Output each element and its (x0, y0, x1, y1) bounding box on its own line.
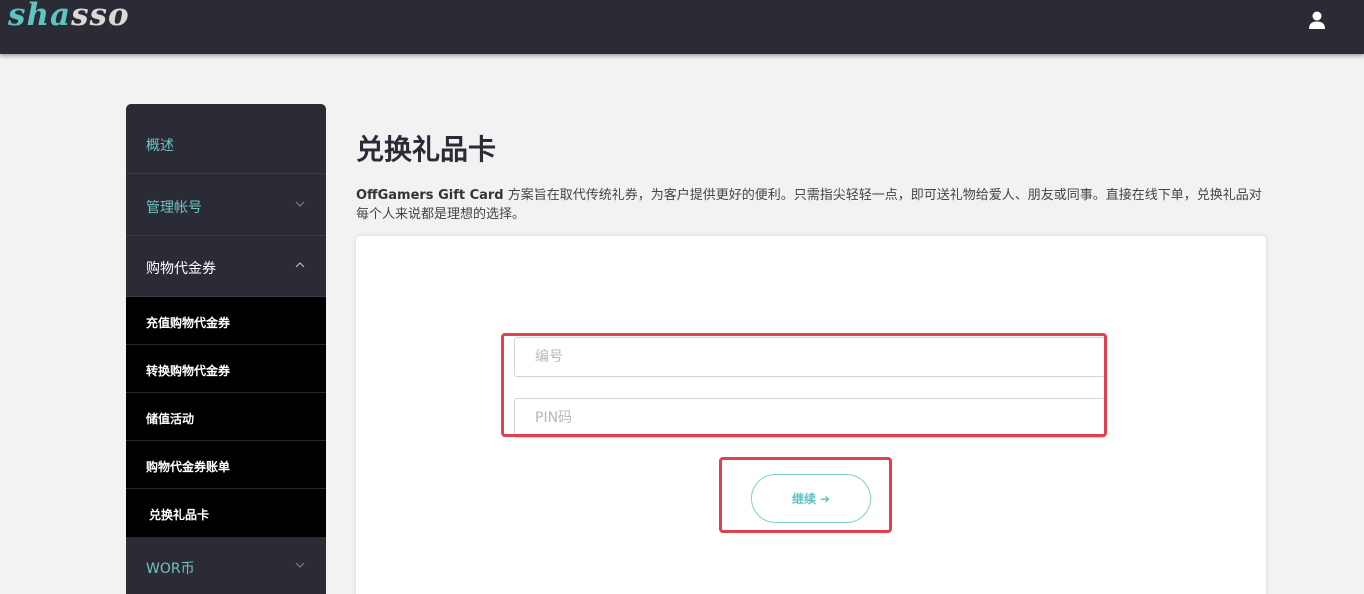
sub-item-redeem-gift-card[interactable]: 兑换礼品卡 (126, 489, 326, 537)
sidebar-item-wor-coin[interactable]: WOR币 (126, 536, 326, 594)
serial-number-input[interactable] (514, 337, 1106, 377)
page-description: OffGamers Gift Card 方案旨在取代传统礼券，为客户提供更好的便… (356, 188, 1262, 222)
sidebar-item-manage-account[interactable]: 管理帐号 (126, 175, 326, 236)
arrow-right-icon: ➜ (819, 491, 831, 506)
chevron-up-icon (295, 262, 305, 268)
user-icon[interactable] (1306, 9, 1328, 31)
submenu: 充值购物代金券 转换购物代金券 储值活动 购物代金券账单 兑换礼品卡 (126, 297, 326, 537)
sub-item-topup-activity[interactable]: 储值活动 (126, 393, 326, 441)
sub-item-convert-voucher[interactable]: 转换购物代金券 (126, 345, 326, 393)
continue-button[interactable]: 继续 ➜ (751, 474, 871, 523)
sidebar: 概述 管理帐号 购物代金券 充值购物代金券 转换购物代金券 储值活动 购物代金券… (126, 104, 326, 594)
logo[interactable]: shasso (8, 0, 130, 33)
sidebar-item-shopping-voucher[interactable]: 购物代金券 (126, 236, 326, 297)
chevron-down-icon (295, 562, 305, 568)
sub-item-voucher-statement[interactable]: 购物代金券账单 (126, 441, 326, 489)
sub-item-topup-voucher[interactable]: 充值购物代金券 (126, 297, 326, 345)
top-bar: shasso (0, 0, 1364, 54)
chevron-down-icon (295, 201, 305, 207)
pin-code-input[interactable] (514, 398, 1106, 438)
page-title: 兑换礼品卡 (356, 133, 497, 166)
sidebar-item-overview[interactable]: 概述 (126, 113, 326, 174)
